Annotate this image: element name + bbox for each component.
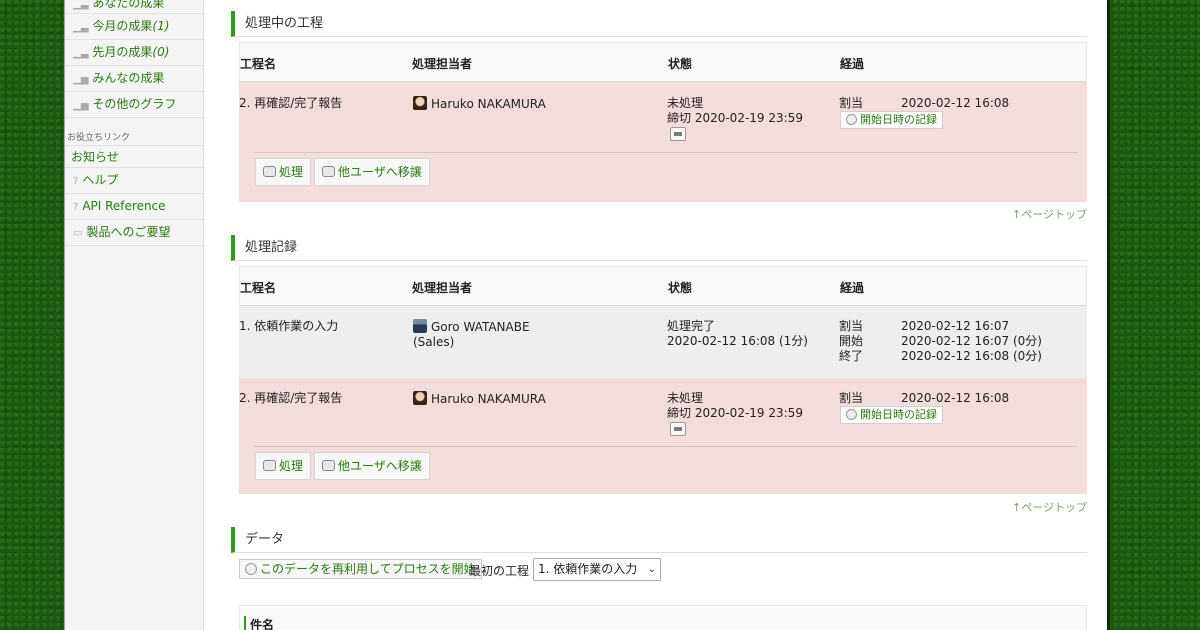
process-button[interactable]: 処理 [255, 452, 312, 480]
history-table: 工程名 処理担当者 状態 経過 1. 依頼作業の入力 Goro WATANABE… [239, 266, 1087, 494]
sidebar-item-feedback[interactable]: ▭ 製品へのご要望 [65, 220, 203, 246]
header-elapsed: 経過 [840, 57, 865, 71]
first-step-select[interactable]: 1. 依頼作業の入力 ⌄ [533, 558, 661, 581]
subject-label: 件名 [244, 616, 274, 630]
transfer-button[interactable]: 他ユーザへ移譲 [314, 452, 430, 480]
clock-icon [846, 409, 857, 420]
links-heading: お役立ちリンク [65, 118, 203, 146]
elapsed-times: 2020-02-12 16:07 2020-02-12 16:07 (0分) 2… [901, 319, 1042, 363]
table-header: 工程名 処理担当者 状態 経過 [239, 42, 1087, 82]
in-progress-table: 工程名 処理担当者 状態 経過 2. 再確認/完了報告 Haruko NAKAM… [239, 42, 1087, 202]
sidebar-item-my-results[interactable]: ▁▃ あなたの成果 [65, 0, 203, 14]
status: 未処理 締切 2020-02-19 23:59 [667, 96, 803, 125]
header-status: 状態 [668, 57, 693, 71]
transfer-icon [322, 166, 335, 177]
table-row: 1. 依頼作業の入力 Goro WATANABE (Sales) 処理完了 20… [239, 306, 1087, 378]
header-assignee: 処理担当者 [412, 281, 473, 295]
question-icon: ? [73, 202, 79, 213]
question-icon: ? [73, 176, 79, 187]
comment-icon: ▭ [73, 228, 83, 239]
sidebar-item-last-month[interactable]: ▁▃ 先月の成果(0) [65, 40, 203, 66]
page-top-link[interactable]: ↑ページトップ [1012, 499, 1087, 515]
assignee[interactable]: Haruko NAKAMURA [413, 391, 546, 407]
calendar-icon[interactable] [670, 127, 686, 141]
step-name: 2. 再確認/完了報告 [239, 391, 343, 405]
record-start-button[interactable]: 開始日時の記録 [840, 111, 943, 129]
section-title-in-progress: 処理中の工程 [231, 11, 1087, 37]
bar-chart-icon: ▁▃ [73, 48, 89, 59]
divider [253, 152, 1077, 153]
chevron-down-icon: ⌄ [647, 564, 656, 575]
section-title-history: 処理記録 [231, 235, 1087, 261]
process-button[interactable]: 処理 [255, 158, 312, 186]
bar-chart-icon: ▁▅ [73, 74, 89, 85]
assigned-time: 2020-02-12 16:08 [901, 96, 1010, 110]
status: 処理完了 2020-02-12 16:08 (1分) [667, 319, 808, 348]
step-name: 2. 再確認/完了報告 [239, 96, 343, 110]
page-top-link[interactable]: ↑ページトップ [1012, 206, 1087, 222]
sidebar: ▁▃ あなたの成果 ▁▃ 今月の成果(1) ▁▃ 先月の成果(0) ▁▅ みんなの成果 … [65, 0, 204, 630]
assigned-label: 割当 [839, 391, 864, 405]
header-step: 工程名 [240, 57, 277, 71]
assigned-time: 2020-02-12 16:08 [901, 391, 1010, 405]
sidebar-item-notice[interactable]: お知らせ [65, 146, 203, 168]
status: 未処理 締切 2020-02-19 23:59 [667, 391, 803, 420]
data-subject-box: 件名 [239, 605, 1087, 630]
process-icon [263, 166, 276, 177]
header-status: 状態 [668, 281, 693, 295]
section-title-data: データ [231, 527, 1087, 553]
header-elapsed: 経過 [840, 281, 865, 295]
elapsed-labels: 割当 開始 終了 [839, 319, 864, 363]
record-start-button[interactable]: 開始日時の記録 [840, 406, 943, 424]
assigned-label: 割当 [839, 96, 864, 110]
assignee[interactable]: Goro WATANABE (Sales) [413, 319, 530, 350]
calendar-icon[interactable] [670, 422, 686, 436]
table-row: 2. 再確認/完了報告 Haruko NAKAMURA 未処理 締切 2020-… [239, 378, 1087, 494]
step-name: 1. 依頼作業の入力 [239, 319, 339, 333]
bar-chart-icon: ▁▅ [73, 100, 89, 111]
sidebar-item-everyone[interactable]: ▁▅ みんなの成果 [65, 66, 203, 92]
bar-chart-icon: ▁▃ [73, 0, 89, 10]
avatar [413, 96, 427, 110]
table-row: 2. 再確認/完了報告 Haruko NAKAMURA 未処理 締切 2020-… [239, 82, 1087, 202]
transfer-icon [322, 460, 335, 471]
transfer-button[interactable]: 他ユーザへ移譲 [314, 158, 430, 186]
reuse-data-button[interactable]: このデータを再利用してプロセスを開始 [239, 559, 482, 579]
avatar [413, 391, 427, 405]
process-icon [263, 460, 276, 471]
main-content: 処理中の工程 工程名 処理担当者 状態 経過 2. 再確認/完了報告 Haruk… [231, 0, 1087, 630]
sidebar-item-this-month[interactable]: ▁▃ 今月の成果(1) [65, 14, 203, 40]
app-frame: ▁▃ あなたの成果 ▁▃ 今月の成果(1) ▁▃ 先月の成果(0) ▁▅ みんなの成果 … [64, 0, 1110, 630]
assignee[interactable]: Haruko NAKAMURA [413, 96, 546, 112]
table-header: 工程名 処理担当者 状態 経過 [239, 266, 1087, 306]
bar-chart-icon: ▁▃ [73, 22, 89, 33]
first-step-label: 最初の工程 [469, 564, 530, 578]
divider [253, 446, 1077, 447]
reuse-icon [245, 563, 257, 575]
sidebar-item-help[interactable]: ? ヘルプ [65, 168, 203, 194]
header-step: 工程名 [240, 281, 277, 295]
sidebar-item-other-graphs[interactable]: ▁▅ その他のグラフ [65, 92, 203, 118]
avatar [413, 319, 427, 333]
clock-icon [846, 114, 857, 125]
sidebar-item-api[interactable]: ? API Reference [65, 194, 203, 220]
header-assignee: 処理担当者 [412, 57, 473, 71]
